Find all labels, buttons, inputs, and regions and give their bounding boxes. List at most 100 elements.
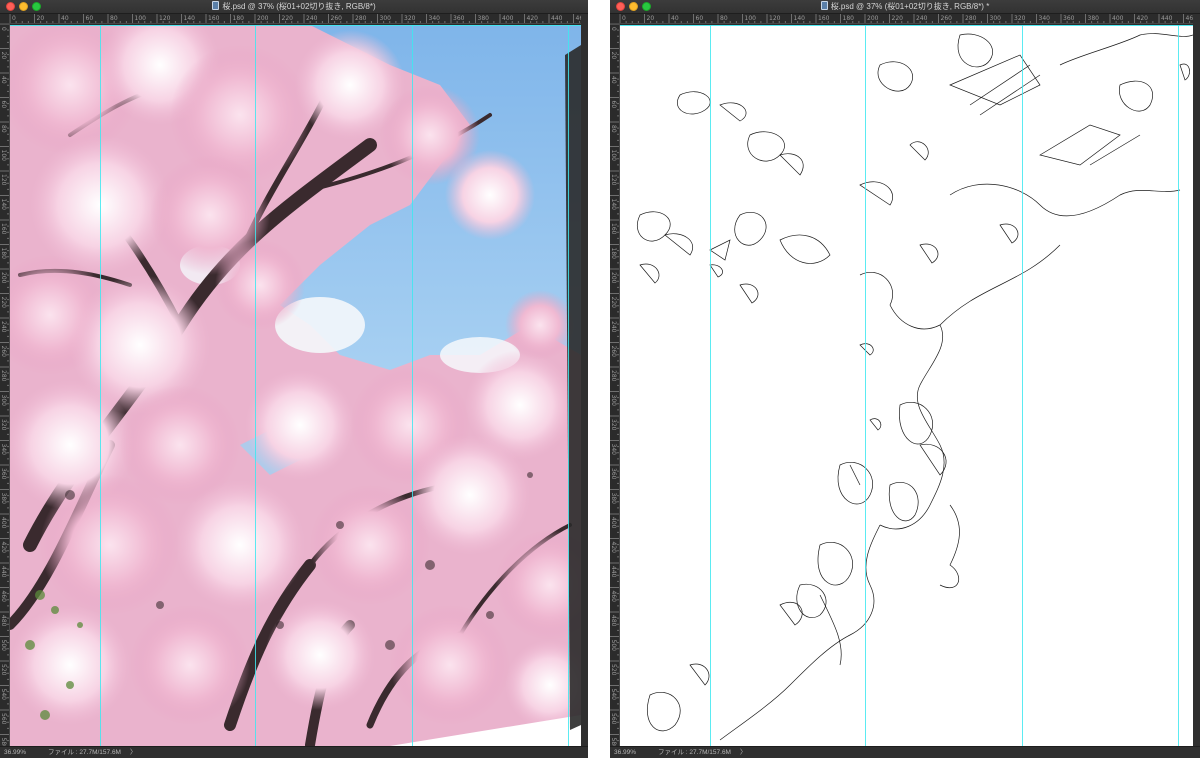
- ruler-label: 80: [610, 125, 617, 133]
- ruler-label: 580: [610, 738, 617, 747]
- window-title: 桜.psd @ 37% (桜01+02切り抜き, RGB/8*) *: [610, 1, 1200, 12]
- document-window-right[interactable]: 桜.psd @ 37% (桜01+02切り抜き, RGB/8*) * 0 20 40…: [610, 0, 1200, 758]
- guide-vertical-3[interactable]: [412, 25, 413, 746]
- ruler-label: 220: [610, 297, 617, 309]
- window-title: 桜.psd @ 37% (桜01+02切り抜き, RGB/8*): [0, 1, 588, 12]
- ruler-label: 140: [610, 199, 617, 211]
- document-size: ファイル : 27.7M/157.6M: [48, 749, 121, 756]
- ruler-label: 440: [0, 566, 7, 578]
- line-trace-artwork: [637, 33, 1193, 741]
- vertical-scrollbar[interactable]: [581, 14, 588, 758]
- ruler-label: 480: [610, 615, 617, 627]
- ruler-label: 540: [0, 689, 7, 701]
- guide-vertical-4[interactable]: [568, 25, 569, 746]
- ruler-label: 560: [0, 713, 7, 725]
- ruler-label: 60: [610, 101, 617, 109]
- ruler-label: 0: [12, 15, 16, 22]
- ruler-label: 46: [1186, 15, 1194, 22]
- psd-file-icon: [212, 1, 220, 10]
- ruler-label: 300: [990, 15, 1002, 22]
- guide-vertical-2[interactable]: [255, 25, 256, 746]
- vertical-ruler[interactable]: 0 20 40 60 80 100 120 140 160 180 200 220 240 260 280 3…: [610, 24, 620, 746]
- horizontal-ruler[interactable]: 0 20 40 60 80 100 120 140 160 180 200 220 240 260 280 3…: [10, 14, 581, 24]
- guide-horizontal[interactable]: [620, 25, 1193, 26]
- ruler-label: 360: [0, 468, 7, 480]
- ruler-label: 440: [551, 15, 563, 22]
- ruler-label: 200: [0, 272, 7, 284]
- ruler-label: 80: [110, 15, 118, 22]
- ruler-label: 500: [0, 640, 7, 652]
- ruler-label: 20: [610, 52, 617, 60]
- ruler-label: 460: [610, 591, 617, 603]
- vertical-scrollbar[interactable]: [1193, 14, 1200, 758]
- ruler-label: 120: [610, 174, 617, 186]
- status-menu-arrow[interactable]: 〉: [130, 747, 137, 758]
- ruler-label: 260: [0, 346, 7, 358]
- window-title-text: 桜.psd @ 37% (桜01+02切り抜き, RGB/8*): [222, 2, 376, 11]
- horizontal-ruler[interactable]: 0 20 40 60 80 100 120 140 160 180 200 220 240 260 280 3…: [620, 14, 1193, 24]
- window-titlebar[interactable]: 桜.psd @ 37% (桜01+02切り抜き, RGB/8*) *: [610, 0, 1200, 14]
- ruler-label: 140: [184, 15, 196, 22]
- ruler-label: 340: [610, 444, 617, 456]
- guide-vertical-1[interactable]: [100, 25, 101, 746]
- ruler-label: 420: [0, 542, 7, 554]
- ruler-label: 440: [610, 566, 617, 578]
- guide-vertical-4[interactable]: [1178, 25, 1179, 746]
- ruler-label: 0: [622, 15, 626, 22]
- ruler-label: 400: [502, 15, 514, 22]
- ruler-label: 380: [0, 493, 7, 505]
- guide-vertical-2[interactable]: [865, 25, 866, 746]
- ruler-label: 400: [0, 517, 7, 529]
- ruler-label: 180: [843, 15, 855, 22]
- status-bar: 36.99% ファイル : 27.7M/157.6M 〉: [610, 746, 1200, 758]
- cherry-blossom-photo: [10, 25, 581, 746]
- ruler-label: 320: [0, 419, 7, 431]
- ruler-label: 200: [867, 15, 879, 22]
- status-bar: 36.99% ファイル : 27.7M/157.6M 〉: [0, 746, 588, 758]
- ruler-label: 260: [941, 15, 953, 22]
- zoom-level[interactable]: 36.99%: [614, 747, 636, 758]
- ruler-label: 240: [0, 321, 7, 333]
- zoom-level[interactable]: 36.99%: [4, 747, 26, 758]
- status-menu-arrow[interactable]: 〉: [740, 747, 747, 758]
- ruler-label: 400: [1112, 15, 1124, 22]
- guide-horizontal[interactable]: [10, 25, 581, 26]
- ruler-label: 160: [208, 15, 220, 22]
- ruler-label: 120: [159, 15, 171, 22]
- ruler-label: 220: [282, 15, 294, 22]
- ruler-label: 380: [1088, 15, 1100, 22]
- ruler-label: 360: [1063, 15, 1075, 22]
- ruler-label: 20: [647, 15, 655, 22]
- ruler-label: 520: [0, 664, 7, 676]
- ruler-origin[interactable]: [610, 14, 620, 24]
- ruler-label: 420: [610, 542, 617, 554]
- ruler-label: 60: [86, 15, 94, 22]
- ruler-origin[interactable]: [0, 14, 10, 24]
- ruler-label: 100: [745, 15, 757, 22]
- ruler-label: 100: [135, 15, 147, 22]
- ruler-label: 140: [794, 15, 806, 22]
- ruler-label: 40: [671, 15, 679, 22]
- ruler-label: 260: [610, 346, 617, 358]
- ruler-label: 40: [61, 15, 69, 22]
- ruler-label: 240: [306, 15, 318, 22]
- ruler-label: 560: [610, 713, 617, 725]
- ruler-label: 320: [610, 419, 617, 431]
- ruler-label: 320: [1014, 15, 1026, 22]
- ruler-label: 340: [0, 444, 7, 456]
- ruler-label: 220: [0, 297, 7, 309]
- ruler-label: 0: [610, 27, 617, 31]
- ruler-label: 380: [610, 493, 617, 505]
- ruler-label: 80: [720, 15, 728, 22]
- image-canvas[interactable]: [10, 25, 581, 746]
- ruler-label: 180: [233, 15, 245, 22]
- ruler-label: 380: [478, 15, 490, 22]
- document-window-left[interactable]: 桜.psd @ 37% (桜01+02切り抜き, RGB/8*) 0 20 40 60…: [0, 0, 588, 758]
- guide-vertical-1[interactable]: [710, 25, 711, 746]
- image-canvas[interactable]: [620, 25, 1193, 746]
- ruler-label: 480: [0, 615, 7, 627]
- vertical-ruler[interactable]: 0 20 40 60 80 100 120 140 160 180 200 220 240 260 280 3…: [0, 24, 10, 746]
- guide-vertical-3[interactable]: [1022, 25, 1023, 746]
- ruler-label: 200: [257, 15, 269, 22]
- window-titlebar[interactable]: 桜.psd @ 37% (桜01+02切り抜き, RGB/8*): [0, 0, 588, 14]
